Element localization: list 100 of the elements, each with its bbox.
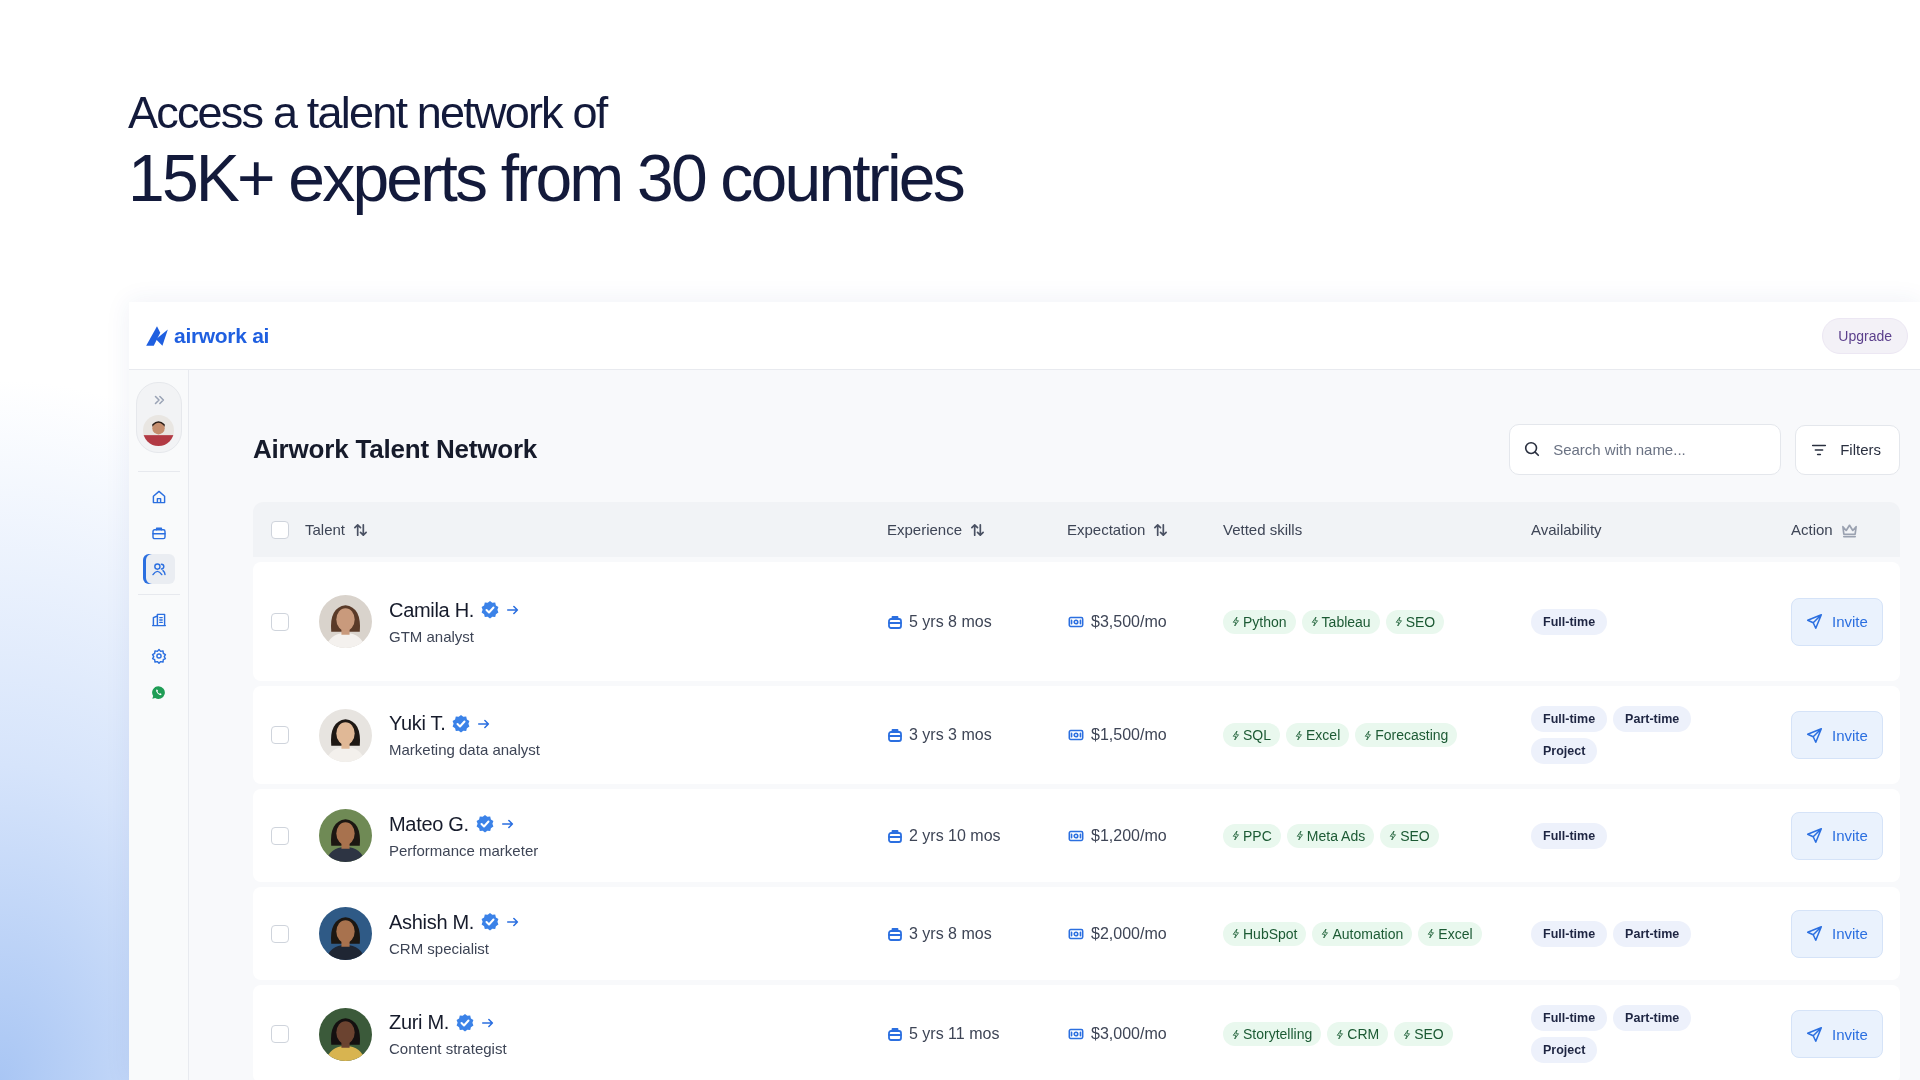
skill-label: HubSpot xyxy=(1243,925,1298,942)
talent-name[interactable]: Ashish M. xyxy=(389,910,475,934)
checkbox[interactable] xyxy=(271,612,289,631)
experience-text: 2 yrs 10 mos xyxy=(909,826,1001,845)
bolt-icon xyxy=(1388,830,1398,841)
skill-label: Meta Ads xyxy=(1306,827,1366,844)
skill-label: Tableau xyxy=(1321,613,1371,630)
briefcase-icon xyxy=(887,925,903,942)
building-icon xyxy=(150,612,167,628)
invite-button[interactable]: Invite xyxy=(1791,1010,1883,1058)
talent-role: GTM analyst xyxy=(389,627,476,645)
availability-tag: Full-time xyxy=(1531,920,1608,947)
column-header: Expectation xyxy=(1067,521,1146,538)
skill-label: Automation xyxy=(1332,925,1404,942)
bolt-icon xyxy=(1294,830,1304,841)
search-icon xyxy=(1523,440,1542,458)
column-header: Experience xyxy=(887,521,963,538)
bolt-icon xyxy=(1294,729,1303,741)
checkbox[interactable] xyxy=(271,1025,289,1043)
talent-role: Performance marketer xyxy=(389,841,539,859)
send-icon xyxy=(1806,726,1823,744)
availability-tag: Part-time xyxy=(1613,1005,1692,1031)
experience-text: 3 yrs 3 mos xyxy=(909,726,992,744)
settings-icon xyxy=(150,648,167,664)
headline: 15K+ experts from 30 countries xyxy=(128,140,965,216)
send-icon xyxy=(1806,925,1823,942)
bolt-icon xyxy=(1231,1028,1240,1040)
briefcase-icon xyxy=(887,1026,903,1042)
page-title: Airwork Talent Network xyxy=(253,434,538,465)
expectation-text: $1,500/mo xyxy=(1091,726,1167,744)
expectation-text: $1,200/mo xyxy=(1091,826,1167,845)
checkbox[interactable] xyxy=(271,726,289,744)
availability-tag: Part-time xyxy=(1613,706,1692,732)
skill-label: SEO xyxy=(1400,827,1430,844)
bolt-icon xyxy=(1231,616,1240,627)
arrow-icon[interactable] xyxy=(506,915,521,929)
skill-label: Python xyxy=(1243,613,1287,630)
upgrade-button[interactable]: Upgrade xyxy=(1822,317,1908,354)
expectation-text: $3,500/mo xyxy=(1091,612,1167,631)
invite-button[interactable]: Invite xyxy=(1791,909,1883,958)
bolt-icon xyxy=(1320,928,1330,939)
send-icon xyxy=(1806,613,1823,630)
availability-tag: Full-time xyxy=(1531,822,1608,849)
briefcase-icon xyxy=(887,613,903,630)
bolt-icon xyxy=(1335,1028,1345,1040)
experience-text: 3 yrs 8 mos xyxy=(909,924,992,943)
filters-button[interactable]: Filters xyxy=(1795,424,1900,475)
talent-role: Marketing data analyst xyxy=(389,741,540,758)
skill-label: Forecasting xyxy=(1375,727,1449,743)
invite-button[interactable]: Invite xyxy=(1791,597,1883,646)
availability-tag: Project xyxy=(1531,1037,1598,1063)
bolt-icon xyxy=(1426,928,1436,939)
cash-icon xyxy=(1067,727,1085,743)
briefcase-icon xyxy=(887,727,903,743)
crown-icon xyxy=(1840,521,1858,538)
talent-name[interactable]: Mateo G. xyxy=(389,812,469,836)
people-icon xyxy=(150,561,167,577)
availability-tag: Full-time xyxy=(1531,706,1608,732)
talent-role: Content strategist xyxy=(389,1040,507,1057)
invite-button[interactable]: Invite xyxy=(1791,711,1883,759)
skill-label: Excel xyxy=(1438,925,1473,942)
talent-name[interactable]: Yuki T. xyxy=(389,712,446,735)
talent-name[interactable]: Zuri M. xyxy=(389,1011,450,1034)
cash-icon xyxy=(1067,1026,1085,1042)
column-header: Action xyxy=(1791,521,1833,538)
talent-role: CRM specialist xyxy=(389,939,491,957)
checkbox[interactable] xyxy=(271,520,289,539)
send-icon xyxy=(1806,827,1823,844)
skill-label: SQL xyxy=(1243,727,1271,743)
availability-tag: Part-time xyxy=(1613,920,1692,947)
column-header: Availability xyxy=(1531,521,1602,538)
briefcase-icon xyxy=(150,525,167,541)
expectation-text: $2,000/mo xyxy=(1091,924,1167,943)
bolt-icon xyxy=(1309,616,1319,627)
skill-label: CRM xyxy=(1347,1026,1380,1042)
headline: Access a talent network of xyxy=(128,86,609,140)
bolt-icon xyxy=(1231,928,1240,939)
skill-label: Storytelling xyxy=(1243,1026,1313,1042)
checkbox[interactable] xyxy=(271,924,289,943)
briefcase-icon xyxy=(887,827,903,844)
talent-name[interactable]: Camila H. xyxy=(389,598,475,622)
skill-label: SEO xyxy=(1405,613,1436,630)
availability-tag: Project xyxy=(1531,738,1598,764)
arrow-icon[interactable] xyxy=(500,817,515,831)
invite-button[interactable]: Invite xyxy=(1791,811,1883,860)
bolt-icon xyxy=(1402,1028,1412,1040)
search-field[interactable]: Search with name... xyxy=(1509,424,1782,475)
arrow-icon[interactable] xyxy=(506,603,521,617)
sort-icon[interactable] xyxy=(970,521,986,538)
checkbox[interactable] xyxy=(271,826,289,845)
nav-item[interactable] xyxy=(142,554,175,584)
availability-tag: Full-time xyxy=(1531,1005,1608,1031)
experience-text: 5 yrs 11 mos xyxy=(909,1025,1000,1043)
availability-tag: Full-time xyxy=(1531,608,1608,635)
home-icon xyxy=(150,489,167,505)
sort-icon[interactable] xyxy=(1153,521,1169,538)
bolt-icon xyxy=(1363,729,1373,741)
phone-bubble-icon xyxy=(151,684,166,700)
sort-icon[interactable] xyxy=(353,521,369,538)
bolt-icon xyxy=(1231,830,1240,841)
